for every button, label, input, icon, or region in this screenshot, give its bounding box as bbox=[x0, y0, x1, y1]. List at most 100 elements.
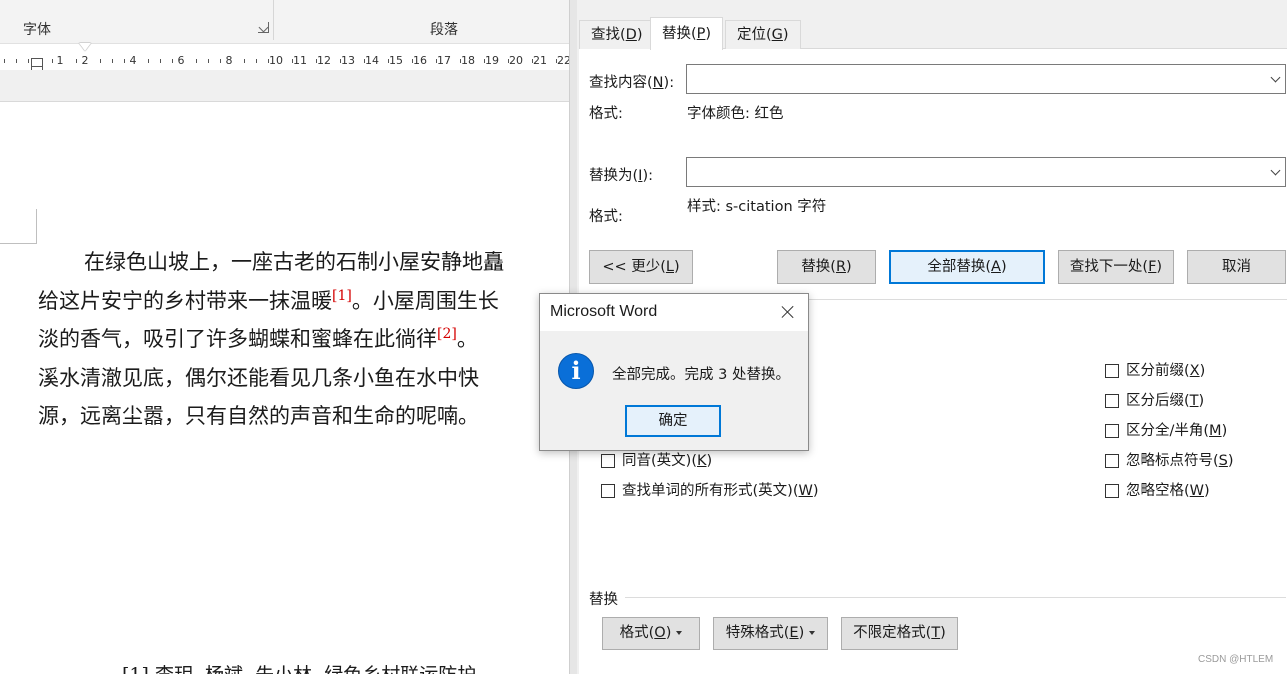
ruler-tick bbox=[556, 59, 557, 63]
checkbox-label: 忽略空格( bbox=[1126, 483, 1190, 499]
ruler-gap-band bbox=[0, 70, 570, 102]
match-suffix-checkbox[interactable]: 区分后缀(T) bbox=[1105, 392, 1204, 410]
first-line-indent-marker[interactable] bbox=[79, 43, 91, 51]
replace-button[interactable]: 替换(R) bbox=[777, 250, 876, 284]
checkbox-label: 区分全/半角( bbox=[1126, 423, 1210, 439]
ruler-tick bbox=[508, 59, 509, 63]
less-button[interactable]: << 更少(L) bbox=[589, 250, 693, 284]
access-key: E bbox=[789, 625, 799, 641]
paragraph-line: 在绿色山坡上，一座古老的石制小屋安静地矗 bbox=[38, 243, 570, 282]
tab-goto[interactable]: 定位(G) bbox=[725, 20, 801, 49]
message-text: 全部完成。完成 3 处替换。 bbox=[612, 367, 790, 383]
format-menu-button[interactable]: 格式(O) bbox=[602, 617, 700, 650]
tab-replace[interactable]: 替换(P) bbox=[650, 17, 724, 50]
message-box-title: Microsoft Word bbox=[550, 303, 658, 320]
message-box: Microsoft Word i 全部完成。完成 3 处替换。 确定 bbox=[539, 293, 809, 451]
sounds-like-checkbox[interactable]: 同音(英文)(K) bbox=[601, 452, 712, 470]
replace-section-divider bbox=[625, 597, 1286, 598]
line-text: 给这片安宁的乡村带来一抹温暖 bbox=[38, 288, 332, 313]
ruler-tick bbox=[412, 59, 413, 63]
ruler-number: 19 bbox=[485, 54, 499, 67]
replace-section-label: 替换 bbox=[589, 592, 618, 608]
ruler-tick bbox=[76, 59, 77, 63]
ruler-number: 11 bbox=[293, 54, 307, 67]
ok-button[interactable]: 确定 bbox=[625, 405, 721, 437]
checkbox-label: 忽略标点符号( bbox=[1126, 453, 1219, 469]
checkbox-box[interactable] bbox=[601, 484, 615, 498]
replace-format-label: 格式: bbox=[589, 209, 623, 225]
tab-find[interactable]: 查找(D) bbox=[579, 20, 655, 49]
button-label: << 更少( bbox=[602, 259, 666, 275]
access-key: K bbox=[696, 453, 707, 469]
ruler-tick bbox=[112, 59, 113, 63]
checkbox-label-suffix: ) bbox=[1204, 483, 1210, 499]
document-paragraph[interactable]: 在绿色山坡上，一座古老的石制小屋安静地矗 给这片安宁的乡村带来一抹温暖[1]。小… bbox=[38, 243, 570, 436]
button-label: 查找下一处( bbox=[1069, 259, 1149, 275]
cancel-button[interactable]: 取消 bbox=[1187, 250, 1286, 284]
match-width-checkbox[interactable]: 区分全/半角(M) bbox=[1105, 422, 1227, 440]
ruler-number: 12 bbox=[317, 54, 331, 67]
checkbox-label: 区分后缀( bbox=[1126, 393, 1190, 409]
ruler-number: 4 bbox=[129, 54, 137, 67]
line-text: 淡的香气，吸引了许多蝴蝶和蜜蜂在此徜徉 bbox=[38, 327, 437, 351]
checkbox-box[interactable] bbox=[1105, 394, 1119, 408]
checkbox-box[interactable] bbox=[1105, 364, 1119, 378]
no-formatting-button[interactable]: 不限定格式(T) bbox=[841, 617, 958, 650]
replace-with-combobox[interactable] bbox=[686, 157, 1286, 187]
replace-all-button[interactable]: 全部替换(A) bbox=[889, 250, 1045, 284]
ruler-tick bbox=[172, 59, 173, 63]
line-text: 。小屋周围生长 bbox=[351, 288, 499, 313]
ruler-tick bbox=[4, 59, 5, 63]
label-text: 查找内容( bbox=[589, 75, 653, 91]
ruler-tick bbox=[16, 59, 17, 63]
citation-mark[interactable]: [1] bbox=[332, 288, 352, 304]
all-word-forms-checkbox[interactable]: 查找单词的所有形式(英文)(W) bbox=[601, 482, 819, 500]
checkbox-box[interactable] bbox=[601, 454, 615, 468]
button-label-suffix: ) bbox=[846, 259, 852, 275]
ruler-number: 20 bbox=[509, 54, 523, 67]
tab-label-suffix: ) bbox=[782, 27, 789, 43]
font-dialog-launcher-icon[interactable] bbox=[258, 22, 269, 33]
chevron-down-icon[interactable] bbox=[1265, 65, 1285, 93]
citation-mark[interactable]: [2] bbox=[437, 326, 457, 342]
checkbox-box[interactable] bbox=[1105, 484, 1119, 498]
special-menu-button[interactable]: 特殊格式(E) bbox=[713, 617, 828, 650]
line-text: 在绿色山坡上，一座古老的石制小屋安静地矗 bbox=[84, 250, 504, 274]
caret-down-icon bbox=[809, 631, 816, 635]
line-text: 源，远离尘嚣，只有自然的声音和生命的呢喃。 bbox=[38, 404, 479, 428]
ruler-track: 1 2 4 6 8 10 11 12 13 14 15 16 17 18 19 20 21 22 bbox=[0, 49, 570, 67]
ignore-punctuation-checkbox[interactable]: 忽略标点符号(S) bbox=[1105, 452, 1234, 470]
chevron-down-icon[interactable] bbox=[1265, 158, 1285, 186]
ruler-number: 16 bbox=[413, 54, 427, 67]
caret-down-icon bbox=[676, 631, 683, 635]
ruler-tick bbox=[124, 59, 125, 63]
ignore-whitespace-checkbox[interactable]: 忽略空格(W) bbox=[1105, 482, 1210, 500]
find-next-button[interactable]: 查找下一处(F) bbox=[1058, 250, 1174, 284]
paragraph-line: 溪水清澈见底，偶尔还能看见几条小鱼在水中快 bbox=[38, 359, 570, 398]
access-key: X bbox=[1189, 363, 1200, 379]
close-icon[interactable] bbox=[778, 302, 798, 322]
ruler-tick bbox=[52, 59, 53, 63]
find-what-label: 查找内容(N): bbox=[589, 71, 674, 92]
ruler-tick bbox=[316, 59, 317, 63]
ruler-tick bbox=[148, 59, 149, 63]
match-prefix-checkbox[interactable]: 区分前缀(X) bbox=[1105, 362, 1205, 380]
button-label-suffix: ) bbox=[674, 259, 680, 275]
ruler-tick bbox=[268, 59, 269, 63]
checkbox-label-suffix: ) bbox=[1221, 423, 1228, 439]
label-suffix: ): bbox=[663, 75, 675, 91]
dialog-tabs: 查找(D) 替换(P) 定位(G) bbox=[577, 17, 1287, 50]
checkbox-box[interactable] bbox=[1105, 424, 1119, 438]
ruler-tick bbox=[160, 59, 161, 63]
checkbox-box[interactable] bbox=[1105, 454, 1119, 468]
tab-label-suffix: ) bbox=[636, 27, 643, 43]
ruler-number: 14 bbox=[365, 54, 379, 67]
ruler-tick bbox=[208, 59, 209, 63]
access-key: D bbox=[625, 27, 637, 43]
find-what-combobox[interactable] bbox=[686, 64, 1286, 94]
checkbox-label-suffix: ) bbox=[706, 453, 713, 469]
button-label-suffix: ) bbox=[665, 625, 672, 641]
find-format-value: 字体颜色: 红色 bbox=[687, 106, 784, 122]
line-text: 溪水清澈见底，偶尔还能看见几条小鱼在水中快 bbox=[38, 365, 479, 390]
access-key: O bbox=[654, 625, 666, 641]
